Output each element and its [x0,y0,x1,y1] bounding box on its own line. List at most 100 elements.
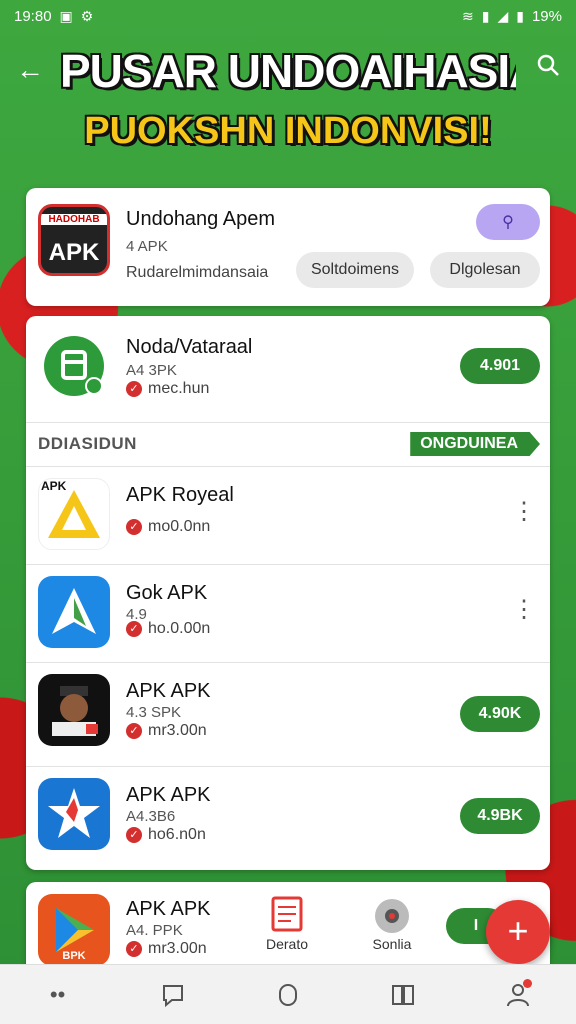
disc-icon [375,899,409,933]
arrow-left-icon: ← [16,54,44,85]
notification-icon: ▣ [59,7,73,24]
bottom-app-icon: BPK [38,894,110,966]
featured-app-name: Undohang Apem [126,208,276,230]
featured-icon-top-text: HADOHAB [41,213,107,225]
status-time: 19:80 [14,7,52,25]
nav-more-button[interactable]: •• [34,971,82,1019]
app-developer-name-1: ho.0.00n [148,620,211,637]
share-icon: ⚲ [502,214,514,231]
share-button[interactable]: ⚲ [476,204,540,240]
top-app-meta: A4 3PK [126,362,177,379]
install-button-2[interactable]: 4.90K [460,696,540,732]
top-app-icon [38,330,110,402]
battery-icon: ▮ [516,7,524,24]
mid-nav-label-1: Sonlia [372,936,412,952]
verified-icon: ✓ [126,621,142,637]
app-developer-name-2: mr3.00n [148,722,207,739]
star-logo-icon [48,788,100,838]
more-options-button[interactable]: ⋮ [512,500,536,524]
settings-icon: ⚙ [80,7,94,24]
nav-profile-button[interactable] [494,971,542,1019]
more-vert-icon: ⋮ [512,596,536,623]
featured-app-card[interactable]: HADOHAB APK Undohang Apem 4 APK Rudarelm… [26,188,550,306]
app-developer-name-0: mo0.0nn [148,518,211,535]
featured-developer-name: Rudarelmimdansaia [126,264,269,281]
app-developer-name-3: ho6.n0n [148,826,206,843]
app-icon-0: APK [38,478,110,550]
app-developer-2: ✓ mr3.00n [126,722,207,740]
app-icon-0-label: APK [41,479,67,493]
search-button[interactable] [530,52,566,88]
app-developer-3: ✓ ho6.n0n [126,826,206,844]
dots-icon: •• [49,981,66,1007]
system-nav-bar: •• [0,964,576,1024]
divider [26,466,550,467]
paper-plane-icon [52,588,96,634]
nav-library-button[interactable] [379,971,427,1019]
divider [26,766,550,767]
more-vert-icon: ⋮ [512,498,536,525]
section-tag[interactable]: ONGDUINEA [410,432,540,456]
bottom-app-name: APK APK [126,898,211,920]
back-button[interactable]: ← [12,52,48,88]
page-title: PUSAR UNDOAIHASIA [60,45,516,97]
action-button-2[interactable]: Dlgolesan [430,252,540,288]
bottom-app-developer: ✓ mr3.00n [126,940,207,958]
top-app-developer: ✓ mec.hun [126,380,209,398]
app-icon-1 [38,576,110,648]
nav-chat-button[interactable] [149,971,197,1019]
document-icon [44,336,104,396]
divider [26,662,550,663]
book-icon [392,984,415,1005]
featured-icon-text: APK [48,238,100,266]
app-developer-1: ✓ ho.0.00n [126,620,210,638]
verified-icon: ✓ [126,723,142,739]
mid-nav-item-0[interactable]: Derato [266,896,308,952]
app-icon-2 [38,674,110,746]
featured-app-developer: Rudarelmimdansaia [126,264,268,282]
battery-percent: 19% [531,7,562,25]
top-app-developer-name: mec.hun [148,380,210,397]
verified-icon: ✓ [126,827,142,843]
more-options-button[interactable]: ⋮ [512,598,536,622]
install-button-3[interactable]: 4.9BK [460,798,540,834]
app-meta-2: 4.3 SPK [126,704,182,721]
mid-nav-label-0: Derato [266,936,309,952]
avatar-character-icon [52,686,98,736]
search-icon [537,54,559,76]
bottom-app-developer-name: mr3.00n [148,940,207,957]
verified-icon: ✓ [126,519,142,535]
signal-icon: ▮ [481,7,490,24]
status-bar: 19:80 ▣ ⚙ ≋ ▮ ◢ ▮ 19% [0,0,576,32]
section-label: DDIASIDUN [38,434,137,453]
chat-bubble-icon [162,984,183,1007]
app-list-card: Noda/Vataraal A4 3PK ✓ mec.hun 4.901 DDI… [26,316,550,870]
divider [26,422,550,423]
app-name-1: Gok APK [126,582,208,604]
app-name-0: APK Royeal [126,484,234,506]
app-name-3: APK APK [126,784,211,806]
header: ← PUSAR UNDOAIHASIA PUOKSHN INDONVISI! [0,34,576,184]
featured-app-icon: HADOHAB APK [38,204,110,276]
cell-signal-icon: ◢ [497,7,509,24]
add-fab-button[interactable]: + [486,900,550,964]
top-app-install-button[interactable]: 4.901 [460,348,540,384]
nav-home-button[interactable] [264,971,312,1019]
mid-nav-item-1[interactable]: Sonlia [372,896,412,952]
featured-app-meta: 4 APK [126,238,168,255]
verified-icon: ✓ [126,381,142,397]
top-app-name: Noda/Vataraal [126,336,253,358]
bottom-app-meta: A4. PPK [126,922,183,939]
news-icon [271,896,303,932]
app-developer-0: ✓ mo0.0nn [126,518,210,536]
verified-icon: ✓ [126,941,142,957]
action-button-1[interactable]: Soltdoimens [296,252,414,288]
page-subtitle: PUOKSHN INDONVISI! [84,110,492,152]
wifi-icon: ≋ [462,7,474,24]
divider [26,564,550,565]
app-meta-3: A4.3B6 [126,808,176,825]
notification-badge [523,978,533,988]
bottom-app-icon-label: BPK [62,950,86,962]
home-circle-icon [278,983,297,1006]
app-icon-3 [38,778,110,850]
